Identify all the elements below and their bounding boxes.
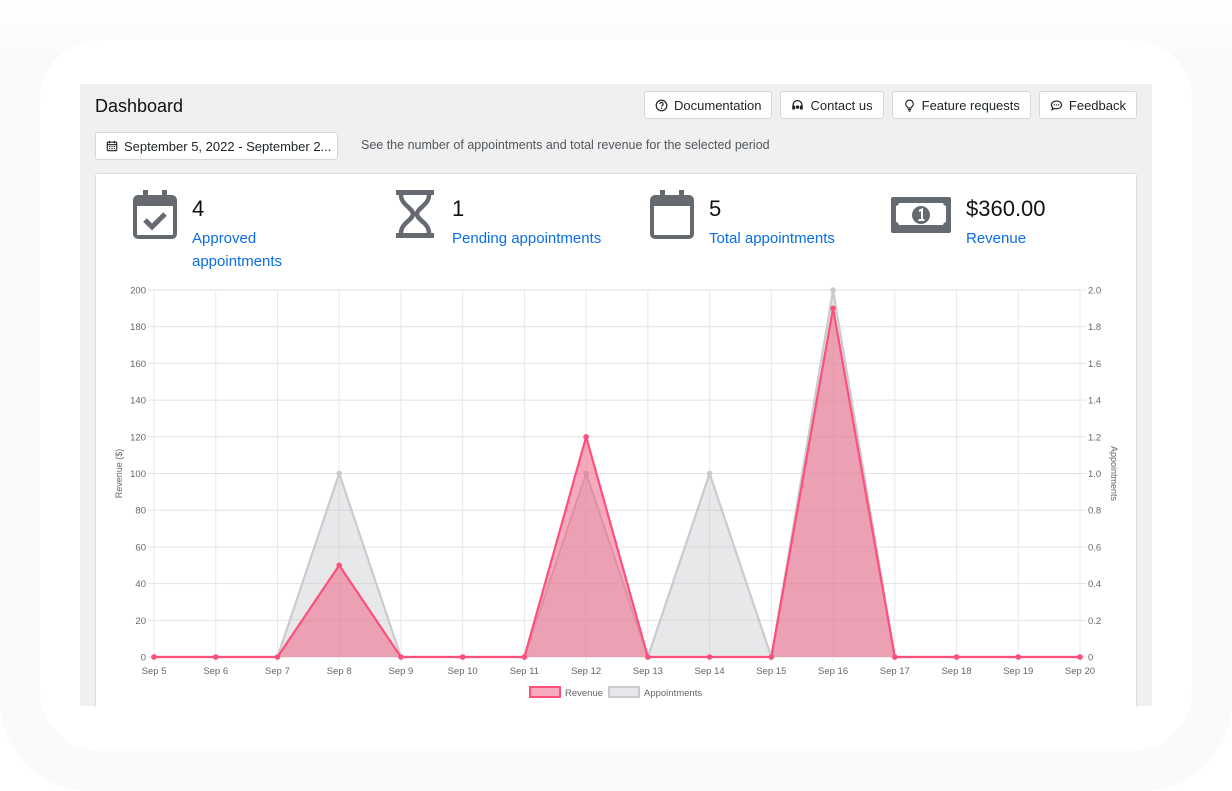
y2-axis-title: Appointments [1109,446,1119,502]
revenue-point [706,654,713,660]
date-range-picker[interactable]: September 5, 2022 - September 2... [95,132,338,160]
x-tick-label: Sep 13 [633,666,663,677]
y2-tick-label: 1.8 [1088,322,1101,333]
y-tick-label: 160 [130,359,146,370]
x-tick-label: Sep 16 [818,666,848,677]
documentation-button[interactable]: Documentation [644,91,773,119]
y-axis-title: Revenue ($) [114,449,124,499]
revenue-point [953,654,960,660]
date-range-value: September 5, 2022 - September 2... [124,138,332,154]
x-tick-label: Sep 19 [1003,666,1033,677]
dashboard-screen: Dashboard Documentation Contact us Featu… [80,84,1152,706]
x-tick-label: Sep 10 [448,666,478,677]
contact-us-label: Contact us [810,97,873,113]
y2-tick-label: 0.6 [1088,542,1101,553]
y2-tick-label: 2.0 [1088,286,1101,297]
revenue-point [274,654,281,660]
y-tick-label: 200 [130,286,146,297]
chat-bubble-icon [1050,99,1063,111]
x-tick-label: Sep 6 [203,666,228,677]
headset-icon [792,99,804,110]
feature-requests-button[interactable]: Feature requests [891,91,1031,119]
x-tick-label: Sep 15 [756,666,786,677]
feedback-button[interactable]: Feedback [1038,91,1137,119]
feature-requests-label: Feature requests [921,97,1020,113]
period-description: See the number of appointments and total… [361,138,770,152]
x-tick-label: Sep 20 [1065,666,1095,677]
revenue-point [583,434,589,440]
y-tick-label: 180 [130,322,146,333]
stats-card: 4 Approved appointments 1 Pending appoin… [95,173,1137,706]
revenue-point [151,654,157,660]
legend-label-appointments: Appointments [644,688,702,699]
y2-tick-label: 0 [1088,653,1093,664]
revenue-point [459,654,466,660]
y-tick-label: 0 [141,653,146,664]
x-tick-label: Sep 18 [941,666,971,677]
revenue-point [1077,654,1083,660]
y-tick-label: 60 [135,542,146,553]
x-tick-label: Sep 12 [571,666,601,677]
appointments-point [830,287,836,293]
y2-tick-label: 1.4 [1088,396,1101,407]
revenue-point [645,654,651,660]
lightbulb-icon [904,99,914,112]
calendar-icon [106,140,118,152]
y-tick-label: 120 [130,432,146,443]
y-tick-label: 100 [130,469,146,480]
y2-tick-label: 1.2 [1088,432,1101,443]
page-title: Dashboard [95,96,184,116]
y-tick-label: 80 [135,506,146,517]
y-tick-label: 140 [130,396,146,407]
x-tick-label: Sep 17 [880,666,910,677]
revenue-point [336,562,342,569]
documentation-label: Documentation [674,97,762,113]
revenue-point [1015,654,1022,660]
revenue-area [154,308,1080,657]
revenue-point [768,654,775,660]
x-tick-label: Sep 14 [695,666,725,677]
x-tick-label: Sep 11 [510,666,539,677]
x-tick-label: Sep 5 [142,666,167,677]
revenue-point [521,654,528,660]
header-actions: Documentation Contact us Feature request… [644,91,1137,119]
appointments-point [336,470,342,477]
y2-tick-label: 0.8 [1088,506,1101,517]
y2-tick-label: 0.4 [1088,579,1101,590]
revenue-point [398,654,404,660]
revenue-point [212,654,219,660]
feedback-label: Feedback [1068,97,1126,113]
x-tick-label: Sep 9 [389,666,414,677]
legend-swatch-revenue [529,686,561,698]
contact-us-button[interactable]: Contact us [780,91,884,119]
legend-swatch-appointments [608,686,640,698]
revenue-point [830,305,836,312]
appointments-point [706,470,713,477]
x-tick-label: Sep 8 [327,666,352,677]
x-tick-label: Sep 7 [265,666,290,677]
y2-tick-label: 1.0 [1088,469,1101,480]
y-tick-label: 40 [135,579,146,590]
legend-label-revenue: Revenue [565,688,603,699]
y-tick-label: 20 [135,616,146,627]
revenue-appointments-chart: 0 0 20 0.2 40 0.4 60 0.6 80 0.8 100 1.0 120 1.2 140 1.4… [114,286,1119,700]
question-circle-icon [655,99,668,111]
y2-tick-label: 0.2 [1088,616,1101,627]
y2-tick-label: 1.6 [1088,359,1101,370]
revenue-point [892,654,898,660]
